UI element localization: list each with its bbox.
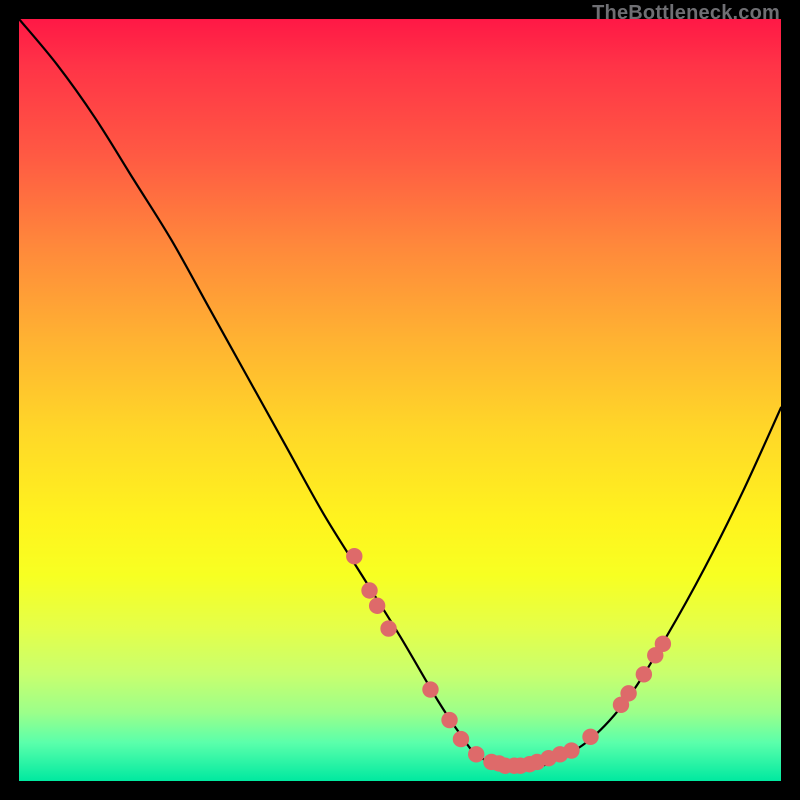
curve-marker — [468, 746, 484, 762]
curve-marker — [361, 582, 377, 598]
curve-marker — [582, 729, 598, 745]
curve-marker — [636, 666, 652, 682]
bottleneck-chart — [19, 19, 781, 781]
curve-marker — [453, 731, 469, 747]
curve-marker — [422, 681, 438, 697]
curve-marker — [441, 712, 457, 728]
curve-line — [19, 19, 781, 770]
curve-marker — [380, 620, 396, 636]
curve-marker — [563, 742, 579, 758]
curve-marker — [655, 636, 671, 652]
curve-marker — [346, 548, 362, 564]
curve-marker — [369, 598, 385, 614]
curve-markers — [346, 548, 671, 774]
curve-marker — [620, 685, 636, 701]
